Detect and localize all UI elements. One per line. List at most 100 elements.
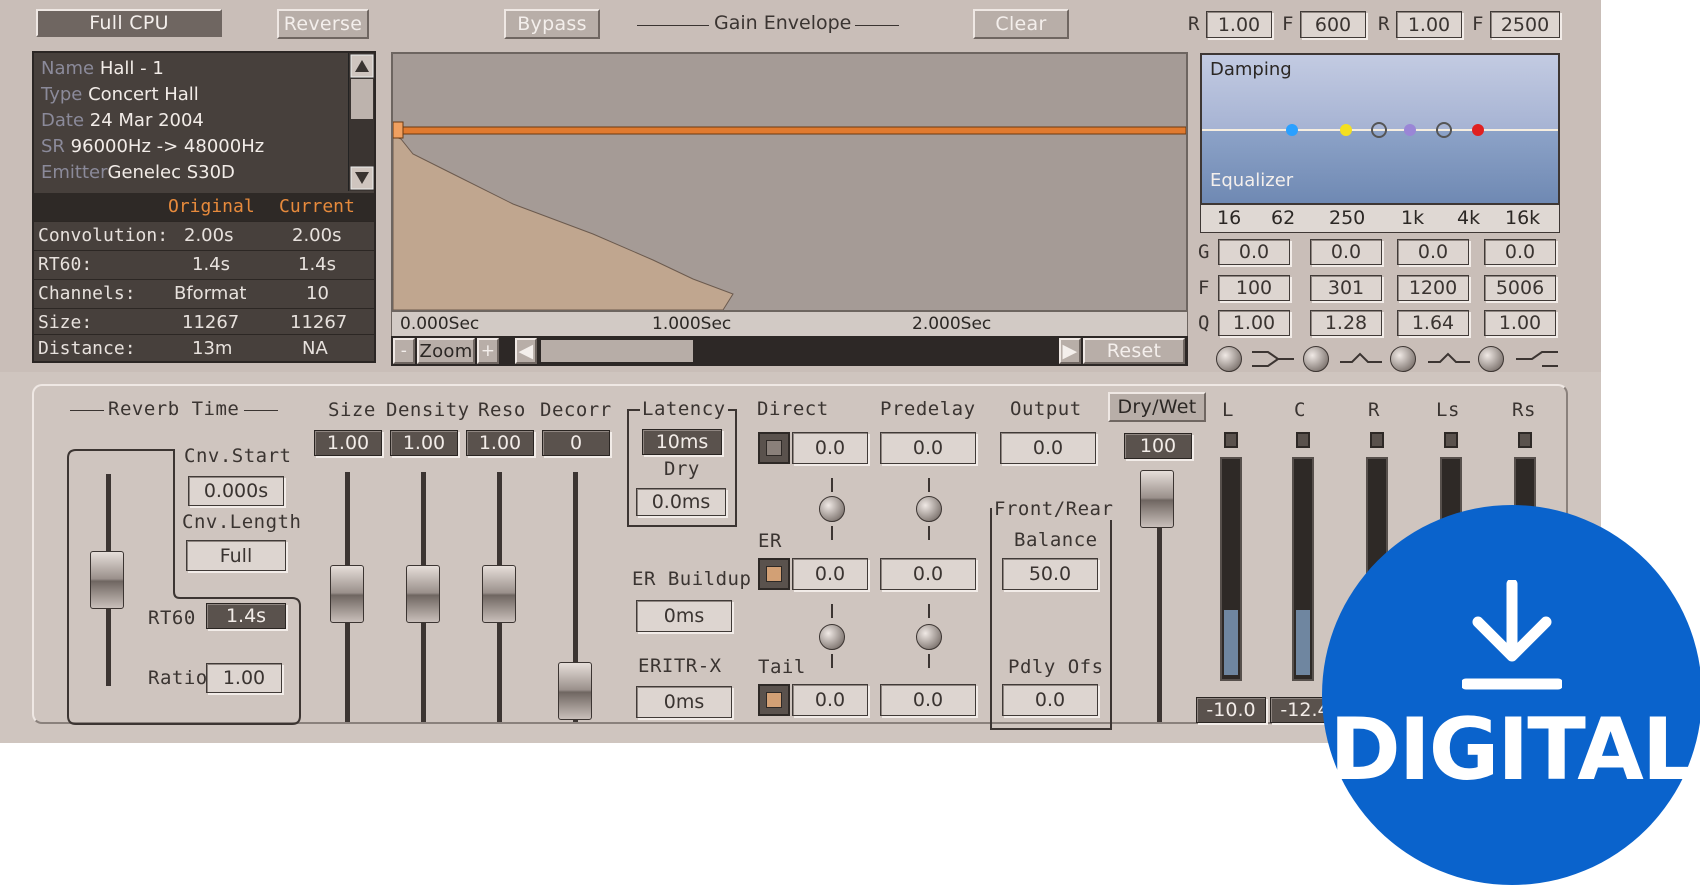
r1-field[interactable]: 1.00	[1206, 11, 1272, 38]
output-field[interactable]: 0.0	[1000, 432, 1096, 464]
impulse-response-graph	[392, 121, 1187, 311]
er-tail-predelay-link-knob[interactable]	[916, 624, 942, 650]
meter-clip-led-c[interactable]	[1296, 432, 1310, 448]
impulse-waveform-display[interactable]	[391, 52, 1188, 312]
pdly-ofs-label: Pdly Ofs	[1008, 656, 1104, 678]
dry-wet-button[interactable]: Dry/Wet	[1108, 392, 1206, 422]
predelay-field[interactable]: 0.0	[880, 432, 976, 464]
damping-equalizer-display[interactable]: Damping Equalizer	[1200, 53, 1560, 205]
reverb-time-slider-thumb[interactable]	[90, 551, 124, 609]
balance-label: Balance	[1014, 529, 1098, 551]
rt60-label: RT60	[148, 607, 196, 629]
cnv-start-field[interactable]: 0.000s	[188, 476, 284, 506]
eritr-label: ERITR-X	[638, 655, 722, 677]
eq-scale-tick: 62	[1271, 207, 1296, 229]
eq-freq-band-1[interactable]: 100	[1218, 275, 1290, 301]
zoom-out-button[interactable]: -	[393, 338, 415, 364]
latency-field[interactable]: 10ms	[642, 429, 722, 455]
direct-er-link-knob[interactable]	[819, 496, 845, 522]
tail-field[interactable]: 0.0	[792, 684, 868, 716]
reso-field[interactable]: 1.00	[466, 430, 534, 456]
scroll-left-icon[interactable]: ◀	[515, 338, 537, 364]
meter-label-l: L	[1222, 399, 1234, 421]
eq-scale-tick: 16	[1217, 207, 1242, 229]
clear-button[interactable]: Clear	[973, 9, 1069, 39]
meter-label-ls: Ls	[1436, 399, 1460, 421]
stat-current: 10	[306, 283, 329, 304]
metadata-scrollbar[interactable]	[348, 53, 374, 191]
level-meter-fill	[1296, 610, 1310, 675]
ratio-field[interactable]: 1.00	[206, 663, 282, 693]
cnv-length-field[interactable]: Full	[186, 540, 286, 571]
eritr-field[interactable]: 0ms	[636, 686, 732, 718]
low-shelf-filter-icon	[1252, 351, 1294, 367]
impulse-envelope	[392, 135, 734, 311]
dry-wet-slider-thumb[interactable]	[1140, 470, 1174, 528]
tail-enable-toggle[interactable]	[758, 684, 790, 716]
waveform-scroll-thumb[interactable]	[541, 340, 693, 362]
size-field[interactable]: 1.00	[314, 430, 382, 456]
full-cpu-button[interactable]: Full CPU	[36, 9, 222, 37]
zoom-in-button[interactable]: +	[477, 338, 499, 364]
link-line	[831, 604, 833, 618]
eq-gain-band-3[interactable]: 0.0	[1397, 239, 1469, 265]
decorr-slider-thumb[interactable]	[558, 662, 592, 720]
meter-clip-led-l[interactable]	[1224, 432, 1238, 448]
decorr-field[interactable]: 0	[542, 430, 610, 456]
reverse-button[interactable]: Reverse	[277, 9, 369, 39]
eq-q-band-3[interactable]: 1.64	[1397, 310, 1469, 336]
eq-gain-band-2[interactable]: 0.0	[1310, 239, 1382, 265]
eq-q-band-1[interactable]: 1.00	[1218, 310, 1290, 336]
eq-q-band-2[interactable]: 1.28	[1310, 310, 1382, 336]
pdly-ofs-field[interactable]: 0.0	[1002, 684, 1098, 716]
reverb-time-rule	[70, 410, 104, 411]
digital-download-badge: DIGITAL	[1322, 505, 1700, 885]
meter-clip-led-ls[interactable]	[1444, 432, 1458, 448]
eq-band-3-type-knob[interactable]	[1390, 346, 1416, 372]
meter-clip-led-rs[interactable]	[1518, 432, 1532, 448]
scroll-right-icon[interactable]: ▶	[1059, 338, 1081, 364]
er-field[interactable]: 0.0	[792, 558, 868, 590]
tail-predelay-field[interactable]: 0.0	[880, 684, 976, 716]
er-tail-link-knob[interactable]	[819, 624, 845, 650]
er-predelay-field[interactable]: 0.0	[880, 558, 976, 590]
eq-freq-band-2[interactable]: 301	[1310, 275, 1382, 301]
stat-current: 1.4s	[298, 254, 337, 275]
density-label: Density	[386, 399, 470, 421]
eq-band-2-type-knob[interactable]	[1303, 346, 1329, 372]
reset-button[interactable]: Reset	[1083, 338, 1185, 364]
density-field[interactable]: 1.00	[390, 430, 458, 456]
f2-field[interactable]: 2500	[1490, 11, 1560, 38]
eq-q-band-4[interactable]: 1.00	[1484, 310, 1556, 336]
stat-key: Channels:	[38, 283, 136, 304]
direct-field[interactable]: 0.0	[792, 432, 868, 464]
dry-latency-field[interactable]: 0.0ms	[636, 488, 726, 516]
f1-field[interactable]: 600	[1300, 11, 1366, 38]
equalizer-area	[1202, 130, 1558, 203]
stat-row-size: Size: 11267 11267	[34, 308, 374, 337]
eq-gain-band-1[interactable]: 0.0	[1218, 239, 1290, 265]
bypass-button[interactable]: Bypass	[504, 9, 600, 39]
eq-freq-band-4[interactable]: 5006	[1484, 275, 1556, 301]
dry-wet-field[interactable]: 100	[1124, 433, 1192, 459]
eq-band-4-type-knob[interactable]	[1478, 346, 1504, 372]
size-slider-thumb[interactable]	[330, 565, 364, 623]
impulse-info-panel: Name Hall - 1 Type Concert Hall Date 24 …	[32, 51, 376, 363]
reverb-time-rule	[244, 410, 278, 411]
predelay-er-link-knob[interactable]	[916, 496, 942, 522]
link-line	[928, 478, 930, 492]
reso-slider-thumb[interactable]	[482, 565, 516, 623]
meter-clip-led-r[interactable]	[1370, 432, 1384, 448]
eq-band-1-type-knob[interactable]	[1216, 346, 1242, 372]
er-buildup-field[interactable]: 0ms	[636, 600, 732, 632]
r2-field[interactable]: 1.00	[1396, 11, 1462, 38]
size-label: Size	[328, 399, 376, 421]
rt60-field[interactable]: 1.4s	[206, 603, 286, 629]
eq-gain-band-4[interactable]: 0.0	[1484, 239, 1556, 265]
balance-field[interactable]: 50.0	[1002, 558, 1098, 590]
eq-freq-band-3[interactable]: 1200	[1397, 275, 1469, 301]
density-slider-thumb[interactable]	[406, 565, 440, 623]
er-enable-toggle[interactable]	[758, 558, 790, 590]
direct-enable-toggle[interactable]	[758, 432, 790, 464]
stat-original: Bformat	[174, 283, 247, 304]
